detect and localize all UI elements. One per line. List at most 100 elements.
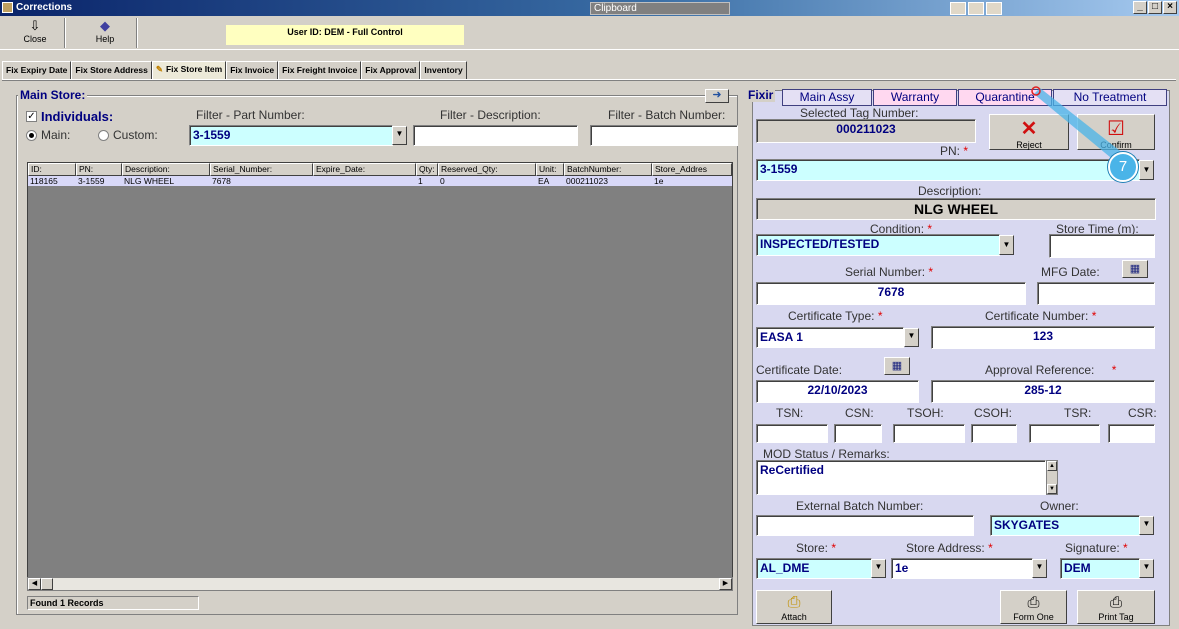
scroll-thumb[interactable] [41, 578, 53, 590]
individuals-checkbox[interactable]: ✓ [26, 111, 37, 122]
column-header[interactable]: Reserved_Qty: [438, 163, 536, 176]
csn-input[interactable] [834, 424, 882, 443]
tab-fix-freight-invoice[interactable]: Fix Freight Invoice [278, 61, 362, 79]
column-header[interactable]: Qty: [416, 163, 438, 176]
tab-main-assy[interactable]: Main Assy [782, 89, 872, 106]
cert-date-input[interactable]: 22/10/2023 [756, 380, 919, 403]
scroll-left-button[interactable]: ◀ [28, 578, 41, 590]
tab-fix-approval[interactable]: Fix Approval [361, 61, 421, 79]
column-header[interactable]: Serial_Number: [210, 163, 313, 176]
scroll-up-button[interactable]: ▲ [1047, 461, 1057, 471]
tab-fix-invoice[interactable]: Fix Invoice [226, 61, 279, 79]
tsoh-input[interactable] [893, 424, 965, 443]
title-bar: Corrections Clipboard _ □ × [0, 0, 1179, 16]
condition-dropdown[interactable]: ▼ [999, 235, 1014, 255]
ext-batch-input[interactable] [756, 515, 974, 536]
confirm-button[interactable]: ☑ Confirm [1077, 114, 1155, 150]
help-button[interactable]: ◆ Help [82, 18, 128, 48]
close-button-label: Close [23, 34, 47, 44]
taskbar-icons [950, 2, 1010, 15]
form-one-label: Form One [1013, 612, 1054, 622]
filter-part-dropdown[interactable]: ▼ [392, 126, 407, 145]
approval-ref-label-text: Approval Reference: [985, 363, 1095, 377]
filter-part-input[interactable]: 3-1559 [189, 125, 393, 146]
main-radio[interactable] [26, 130, 37, 141]
cert-date-calendar-button[interactable]: ▦ [884, 357, 910, 375]
tsn-input[interactable] [756, 424, 828, 443]
approval-ref-input[interactable]: 285-12 [931, 380, 1155, 403]
required-marker: * [877, 309, 883, 323]
clipboard-label[interactable]: Clipboard [590, 2, 730, 15]
required-marker: * [1091, 309, 1097, 323]
tab-label: Fix Invoice [230, 65, 275, 75]
cert-type-dropdown[interactable]: ▼ [904, 328, 919, 347]
print-tag-button[interactable]: ⎙ Print Tag [1077, 590, 1155, 624]
column-header[interactable]: Store_Addres [652, 163, 732, 176]
expand-arrow-button[interactable]: ➜ [705, 89, 729, 103]
column-header[interactable]: PN: [76, 163, 122, 176]
folder-icon[interactable] [950, 2, 966, 15]
filter-desc-input[interactable] [413, 125, 578, 146]
close-button[interactable]: ⇩ Close [12, 18, 58, 48]
mod-status-textarea[interactable]: ReCertified [756, 460, 1046, 495]
network-icon[interactable] [968, 2, 984, 15]
tab-fix-store-item[interactable]: ✎ Fix Store Item [151, 61, 227, 79]
tab-fix-expiry-date[interactable]: Fix Expiry Date [2, 61, 72, 79]
column-header[interactable]: ID: [28, 163, 76, 176]
mod-status-scrollbar[interactable]: ▲ ▼ [1046, 460, 1058, 495]
store-select[interactable]: AL_DME [756, 558, 872, 579]
toolbar: ⇩ Close ◆ Help [0, 16, 1179, 50]
column-header[interactable]: Description: [122, 163, 210, 176]
pn-dropdown[interactable]: ▼ [1139, 160, 1154, 180]
tsr-label: TSR: [1064, 406, 1092, 420]
custom-radio[interactable] [98, 130, 109, 141]
grid-cell: EA [538, 176, 550, 186]
tab-no-treatment[interactable]: No Treatment [1053, 89, 1167, 106]
tab-quarantine[interactable]: Quarantine [958, 89, 1052, 106]
tab-label: Fix Store Item [165, 64, 223, 74]
column-header[interactable]: BatchNumber: [564, 163, 652, 176]
store-address-dropdown[interactable]: ▼ [1032, 559, 1047, 578]
mfg-calendar-button[interactable]: ▦ [1122, 260, 1148, 278]
pn-select[interactable]: 3-1559 [756, 159, 1140, 181]
filter-batch-input[interactable] [590, 125, 738, 146]
tab-warranty[interactable]: Warranty [873, 89, 957, 106]
store-address-select[interactable]: 1e [891, 558, 1033, 579]
scroll-down-button[interactable]: ▼ [1047, 484, 1057, 494]
printer-icon: ⎙ [1109, 594, 1122, 611]
reject-button[interactable]: ✕ Reject [989, 114, 1069, 150]
close-window-button[interactable]: × [1163, 1, 1177, 14]
grid-cell: 0 [440, 176, 445, 186]
chart-icon[interactable] [986, 2, 1002, 15]
column-header[interactable]: Unit: [536, 163, 564, 176]
form-one-button[interactable]: ⎙ Form One [1000, 590, 1067, 624]
store-dropdown[interactable]: ▼ [871, 559, 886, 578]
minimize-button[interactable]: _ [1133, 1, 1147, 14]
required-marker: * [963, 144, 969, 158]
grid-cell: NLG WHEEL [124, 176, 175, 186]
store-time-input[interactable] [1049, 234, 1155, 258]
signature-select[interactable]: DEM [1060, 558, 1140, 579]
scroll-right-button[interactable]: ▶ [719, 578, 732, 590]
filter-part-label: Filter - Part Number: [196, 108, 305, 122]
annotation-badge: 7 [1108, 152, 1138, 182]
cert-number-input[interactable]: 123 [931, 326, 1155, 349]
cert-type-select[interactable]: EASA 1 [756, 327, 904, 348]
column-header[interactable]: Expire_Date: [313, 163, 416, 176]
csr-input[interactable] [1108, 424, 1155, 443]
horizontal-scrollbar[interactable]: ◀ ▶ [27, 577, 733, 591]
mfg-date-input[interactable] [1037, 282, 1155, 305]
condition-select[interactable]: INSPECTED/TESTED [756, 234, 1000, 256]
serial-number-input[interactable]: 7678 [756, 282, 1026, 305]
tab-fix-store-address[interactable]: Fix Store Address [71, 61, 152, 79]
table-row[interactable]: 118165 3-1559 NLG WHEEL 7678 1 0 EA 0002… [28, 176, 732, 186]
tsr-input[interactable] [1029, 424, 1100, 443]
owner-select[interactable]: SKYGATES [990, 515, 1140, 536]
attach-button[interactable]: ⎙ Attach [756, 590, 832, 624]
store-address-label: Store Address: * [906, 541, 993, 555]
tab-inventory[interactable]: Inventory [420, 61, 467, 79]
maximize-button[interactable]: □ [1148, 1, 1162, 14]
csoh-input[interactable] [971, 424, 1017, 443]
signature-dropdown[interactable]: ▼ [1139, 559, 1154, 578]
owner-dropdown[interactable]: ▼ [1139, 516, 1154, 535]
